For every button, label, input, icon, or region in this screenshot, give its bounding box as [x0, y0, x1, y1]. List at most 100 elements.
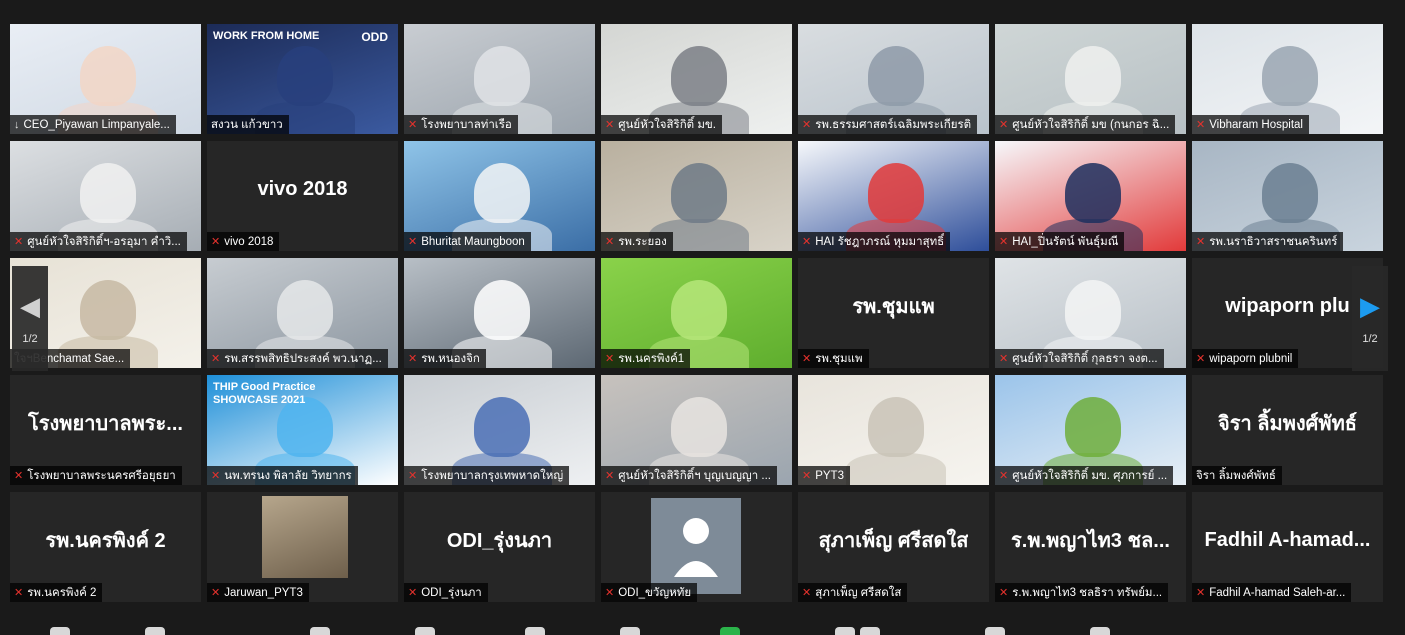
participant-name-label: ✕ Fadhil A-hamad Saleh-ar...	[1192, 583, 1352, 602]
mic-muted-icon: ✕	[999, 587, 1009, 599]
mic-muted-icon: ✕	[802, 353, 812, 365]
chat-icon[interactable]	[525, 627, 545, 635]
apps-icon[interactable]	[1090, 627, 1110, 635]
participant-tile[interactable]: ✕ HAI_ปิ่นรัตน์ พันธุ์มณี	[995, 141, 1186, 251]
participant-silhouette	[671, 280, 727, 340]
participant-tile[interactable]: ✕ รพ.ระยอง	[601, 141, 792, 251]
participant-silhouette	[868, 163, 924, 223]
reactions-icon[interactable]	[985, 627, 1005, 635]
participant-display-name: wipaporn plu	[1225, 294, 1350, 317]
participant-silhouette	[80, 163, 136, 223]
participant-display-name: จิรา ลิ้มพงศ์พัทธ์	[1218, 413, 1357, 435]
video-icon[interactable]	[145, 627, 165, 635]
participant-tile[interactable]: ODI_รุ่งนภา ✕ ODI_รุ่งนภา	[404, 492, 595, 602]
participant-name-text: Jaruwan_PYT3	[224, 586, 303, 599]
participant-tile[interactable]: ✕ รพ.ธรรมศาสตร์เฉลิมพระเกียรติ	[798, 24, 989, 134]
participant-name-label: ✕ ศูนย์หัวใจสิริกิติ์ฯ-อรอุมา คำวิ...	[10, 232, 187, 251]
participant-name-text: ศูนย์หัวใจสิริกิติ์ มข (กนกอร ฉิ...	[1012, 118, 1170, 131]
participant-name-label: ✕ รพ.นราธิวาสราชนครินทร์	[1192, 232, 1344, 251]
record-icon[interactable]	[835, 627, 855, 635]
participant-tile[interactable]: ✕ PYT3	[798, 375, 989, 485]
participant-tile[interactable]: สุภาเพ็ญ ศรีสดใส ✕ สุภาเพ็ญ ศรีสดใส	[798, 492, 989, 602]
participant-display-name: รพ.ชุมแพ	[852, 296, 935, 318]
participant-name-text: รพ.ระยอง	[618, 235, 667, 248]
participant-tile[interactable]: ↓ CEO_Piyawan Limpanyale...	[10, 24, 201, 134]
breakout-icon[interactable]	[860, 627, 880, 635]
participant-name-label: ✕ รพ.ระยอง	[601, 232, 673, 251]
share-screen-green-icon[interactable]	[720, 627, 740, 635]
participant-tile[interactable]: ✕ Vibharam Hospital	[1192, 24, 1383, 134]
meeting-window: ↓ CEO_Piyawan Limpanyale... WORK FROM HOME…	[0, 0, 1405, 635]
participant-silhouette	[277, 46, 333, 106]
participant-silhouette	[1065, 397, 1121, 457]
participant-name-text: สุภาเพ็ญ ศรีสดใส	[815, 586, 902, 599]
mic-muted-icon: ✕	[605, 470, 615, 482]
participant-tile[interactable]: จิรา ลิ้มพงศ์พัทธ์ จิรา ลิ้มพงศ์พัทธ์	[1192, 375, 1383, 485]
participant-name-text: จิรา ลิ้มพงศ์พัทธ์	[1196, 469, 1276, 482]
participant-tile[interactable]: ✕ รพ.หนองจิก	[404, 258, 595, 368]
share-screen-icon[interactable]	[620, 627, 640, 635]
participant-tile[interactable]: รพ.นครพิงค์ 2 ✕ รพ.นครพิงค์ 2	[10, 492, 201, 602]
mic-muted-icon: ✕	[605, 119, 615, 131]
participant-tile[interactable]: ✕ HAI รัชฎาภรณ์ หุมมาสุทธิ์	[798, 141, 989, 251]
participant-tile[interactable]: ✕ โรงพยาบาลกรุงเทพหาดใหญ่	[404, 375, 595, 485]
participant-silhouette	[671, 163, 727, 223]
participant-name-text: ศูนย์หัวใจสิริกิติ์ฯ-อรอุมา คำวิ...	[27, 235, 181, 248]
participant-silhouette	[671, 397, 727, 457]
participant-name-text: รพ.นครพิงค์1	[618, 352, 685, 365]
participant-tile[interactable]: ✕ รพ.นครพิงค์1	[601, 258, 792, 368]
participant-name-text: รพ.ธรรมศาสตร์เฉลิมพระเกียรติ	[815, 118, 972, 131]
next-page-button[interactable]: ▶ 1/2	[1352, 266, 1388, 371]
previous-page-button[interactable]: ◀ 1/2	[12, 266, 48, 371]
participant-silhouette	[474, 280, 530, 340]
participant-name-text: Vibharam Hospital	[1209, 118, 1303, 131]
mic-muted-icon: ✕	[211, 236, 221, 248]
security-icon[interactable]	[310, 627, 330, 635]
mic-muted-icon: ✕	[1196, 119, 1206, 131]
participant-display-name: ร.พ.พญาไท3 ชล...	[1011, 530, 1170, 552]
participant-tile[interactable]: ร.พ.พญาไท3 ชล... ✕ ร.พ.พญาไท3 ชลธิรา ทรัพย…	[995, 492, 1186, 602]
mic-muted-icon: ✕	[999, 470, 1009, 482]
mic-muted-icon: ✕	[14, 587, 24, 599]
participant-name-label: ↓ CEO_Piyawan Limpanyale...	[10, 115, 176, 134]
mic-muted-icon: ✕	[605, 236, 615, 248]
participant-tile[interactable]: vivo 2018 ✕ vivo 2018	[207, 141, 398, 251]
participant-tile[interactable]: ✕ ศูนย์หัวใจสิริกิติ์ฯ-อรอุมา คำวิ...	[10, 141, 201, 251]
participant-tile[interactable]: ✕ ศูนย์หัวใจสิริกิติ์ มข.	[601, 24, 792, 134]
participant-tile[interactable]: ✕ ศูนย์หัวใจสิริกิติ์ฯ บุญเบญญา ...	[601, 375, 792, 485]
participant-name-label: จิรา ลิ้มพงศ์พัทธ์	[1192, 466, 1282, 485]
participants-icon[interactable]	[415, 627, 435, 635]
participant-tile[interactable]: ✕ Bhuritat Maungboon	[404, 141, 595, 251]
participant-silhouette	[1065, 280, 1121, 340]
participant-name-label: ✕ HAI รัชฎาภรณ์ หุมมาสุทธิ์	[798, 232, 951, 251]
participant-name-text: รพ.หนองจิก	[421, 352, 480, 365]
participant-tile[interactable]: ✕ ศูนย์หัวใจสิริกิติ์ กุลธรา จงต...	[995, 258, 1186, 368]
participant-tile[interactable]: โรงพยาบาลพระ... ✕ โรงพยาบาลพระนครศรีอยุธยา	[10, 375, 201, 485]
participant-tile[interactable]: ✕ รพ.สรรพสิทธิประสงค์ พว.นาฏ...	[207, 258, 398, 368]
participant-tile[interactable]: ✕ รพ.นราธิวาสราชนครินทร์	[1192, 141, 1383, 251]
participant-tile[interactable]: Fadhil A-hamad... ✕ Fadhil A-hamad Saleh-a…	[1192, 492, 1383, 602]
participant-name-label: ✕ รพ.หนองจิก	[404, 349, 486, 368]
participant-name-label: ✕ PYT3	[798, 466, 850, 485]
participant-tile[interactable]: ✕ โรงพยาบาลท่าเรือ	[404, 24, 595, 134]
participant-silhouette	[277, 280, 333, 340]
participant-tile[interactable]: ✕ ODI_ขวัญหทัย	[601, 492, 792, 602]
mic-muted-icon: ✕	[14, 470, 24, 482]
participant-name-text: โรงพยาบาลพระนครศรีอยุธยา	[27, 469, 176, 482]
participant-tile[interactable]: ✕ ศูนย์หัวใจสิริกิติ์ มข. ศุภการย์ ...	[995, 375, 1186, 485]
participant-name-label: ✕ โรงพยาบาลกรุงเทพหาดใหญ่	[404, 466, 570, 485]
page-indicator-left: 1/2	[22, 332, 38, 345]
meeting-toolbar	[0, 612, 1405, 635]
tile-banner: WORK FROM HOME	[213, 30, 320, 42]
participant-tile[interactable]: ✕ Jaruwan_PYT3	[207, 492, 398, 602]
participant-tile[interactable]: รพ.ชุมแพ ✕ รพ.ชุมแพ	[798, 258, 989, 368]
mute-icon[interactable]	[50, 627, 70, 635]
participant-silhouette	[1065, 163, 1121, 223]
participant-tile[interactable]: WORK FROM HOME ODD สงวน แก้วขาว	[207, 24, 398, 134]
participant-tile[interactable]: ✕ ศูนย์หัวใจสิริกิติ์ มข (กนกอร ฉิ...	[995, 24, 1186, 134]
participant-name-label: ✕ ศูนย์หัวใจสิริกิติ์ฯ บุญเบญญา ...	[601, 466, 777, 485]
participant-name-label: ✕ ODI_รุ่งนภา	[404, 583, 488, 602]
participant-display-name: โรงพยาบาลพระ...	[28, 413, 183, 435]
participant-tile[interactable]: THIP Good Practice SHOWCASE 2021 ✕ นพ.ทรนง…	[207, 375, 398, 485]
participant-name-label: ✕ รพ.ชุมแพ	[798, 349, 869, 368]
